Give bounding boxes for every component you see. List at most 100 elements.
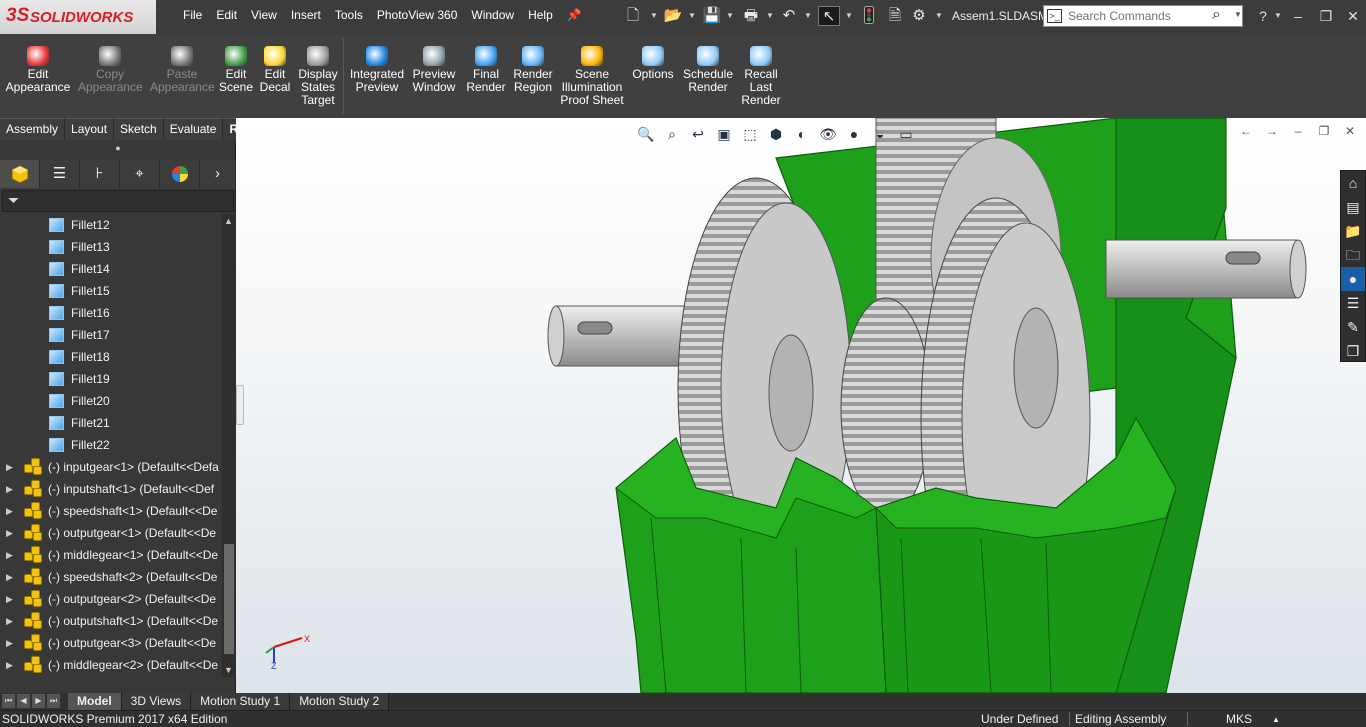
render-region-button[interactable]: Render Region [510, 46, 556, 94]
recall-last-render-button[interactable]: Recall Last Render [740, 46, 782, 107]
dynamic-annotation-icon[interactable]: ⬚ [740, 125, 760, 143]
scroll-down-icon[interactable]: ▼ [224, 665, 233, 675]
edit-scene-button[interactable]: Edit Scene [216, 46, 256, 94]
panel-expand-icon[interactable]: › [200, 160, 236, 188]
zoom-to-fit-icon[interactable]: 🔍 [636, 125, 656, 143]
prev-tab-icon[interactable]: ◀ [17, 694, 30, 708]
next-tab-icon[interactable]: ▶ [32, 694, 45, 708]
tab-evaluate[interactable]: Evaluate [163, 118, 224, 140]
edit-appearance-icon[interactable]: ● [844, 125, 864, 143]
search-commands[interactable]: >_ ⌕ ▼ [1043, 5, 1243, 27]
home-icon[interactable]: ⌂ [1341, 171, 1365, 195]
panel-splitter[interactable]: ● [0, 140, 236, 156]
edit-decal-button[interactable]: Edit Decal [258, 46, 292, 94]
preview-window-button[interactable]: Preview Window [410, 46, 458, 94]
expand-arrow-icon[interactable]: ▶ [6, 632, 13, 654]
hide-show-items-icon[interactable]: 👁 [818, 125, 838, 143]
options-button[interactable]: Options [630, 46, 676, 81]
expand-arrow-icon[interactable]: ▶ [6, 588, 13, 610]
help-dropdown-icon[interactable]: ▼ [1274, 8, 1282, 24]
print-dropdown-icon[interactable]: ▼ [766, 8, 774, 24]
tree-item-feature[interactable]: Fillet16 [0, 302, 222, 324]
copy-appearance-button[interactable]: Copy Appearance [78, 46, 143, 94]
view-palette-icon[interactable]: ☰ [1341, 291, 1365, 315]
bottom-tab-motion-study-2[interactable]: Motion Study 2 [290, 693, 390, 710]
undo-icon[interactable]: ↶ [778, 6, 800, 26]
expand-arrow-icon[interactable]: ▶ [6, 522, 13, 544]
print-icon[interactable]: 🖶 [740, 6, 762, 26]
final-render-button[interactable]: Final Render [466, 46, 506, 94]
options-dropdown-icon[interactable]: ▼ [935, 8, 943, 24]
expand-arrow-icon[interactable]: ▶ [6, 610, 13, 632]
tree-item-component[interactable]: ▶ (-) middlegear<2> (Default<<De [0, 654, 222, 676]
collapse-left-icon[interactable]: ← [1238, 124, 1254, 138]
paste-appearance-button[interactable]: Paste Appearance [150, 46, 215, 94]
menu-edit[interactable]: Edit [209, 8, 244, 22]
appearances-scenes-icon[interactable]: ● [1341, 267, 1365, 291]
edit-appearance-button[interactable]: Edit Appearance [4, 46, 72, 94]
custom-properties-icon[interactable]: ✎ [1341, 315, 1365, 339]
help-icon[interactable]: ? [1252, 7, 1274, 25]
new-document-icon[interactable]: 🗋 [622, 6, 644, 26]
expand-arrow-icon[interactable]: ▶ [6, 654, 13, 676]
bottom-tab-model[interactable]: Model [68, 693, 122, 710]
expand-arrow-icon[interactable]: ▶ [6, 566, 13, 588]
options-gear-icon[interactable]: ⚙ [908, 6, 930, 26]
display-states-target-button[interactable]: Display States Target [296, 46, 340, 107]
expand-arrow-icon[interactable]: ▶ [6, 500, 13, 522]
tree-item-component[interactable]: ▶ (-) speedshaft<2> (Default<<De [0, 566, 222, 588]
display-style-icon[interactable]: ◐ [792, 125, 812, 143]
scene-illumination-proof-sheet-button[interactable]: Scene Illumination Proof Sheet [560, 46, 624, 107]
tree-item-component[interactable]: ▶ (-) outputgear<3> (Default<<De [0, 632, 222, 654]
section-view-icon[interactable]: ▣ [714, 125, 734, 143]
open-dropdown-icon[interactable]: ▼ [688, 8, 696, 24]
tree-item-component[interactable]: ▶ (-) middlegear<1> (Default<<De [0, 544, 222, 566]
minimize-icon[interactable]: – [1287, 7, 1309, 25]
menu-help[interactable]: Help [521, 8, 560, 22]
expand-arrow-icon[interactable]: ▶ [6, 456, 13, 478]
search-input[interactable] [1068, 8, 1208, 24]
menu-insert[interactable]: Insert [284, 8, 328, 22]
tree-item-feature[interactable]: Fillet15 [0, 280, 222, 302]
search-dropdown-icon[interactable]: ▼ [1234, 10, 1242, 19]
tree-item-component[interactable]: ▶ (-) inputshaft<1> (Default<<Def [0, 478, 222, 500]
tab-assembly[interactable]: Assembly [0, 118, 66, 140]
property-manager-tab[interactable]: ☰ [40, 160, 80, 188]
viewport-restore-icon[interactable]: ❐ [1316, 124, 1332, 138]
forum-icon[interactable]: ❐ [1341, 339, 1365, 363]
tree-item-feature[interactable]: Fillet20 [0, 390, 222, 412]
tree-item-feature[interactable]: Fillet14 [0, 258, 222, 280]
tree-item-component[interactable]: ▶ (-) speedshaft<1> (Default<<De [0, 500, 222, 522]
menu-view[interactable]: View [244, 8, 284, 22]
graphics-area[interactable]: 🔍 ⌕ ↩ ▣ ⬚ ⬢ ◐ 👁 ● ◒ ▭ ← → – ❐ ✕ [236, 118, 1366, 693]
close-icon[interactable]: ✕ [1342, 7, 1364, 25]
rebuild-traffic-light-icon[interactable] [858, 6, 880, 26]
configuration-manager-tab[interactable]: ⊦ [80, 160, 120, 188]
solidworks-logo[interactable]: 3S SOLIDWORKS [0, 0, 156, 34]
bottom-tab-motion-study-1[interactable]: Motion Study 1 [191, 693, 291, 710]
panel-resize-grip[interactable] [236, 385, 244, 425]
tree-item-feature[interactable]: Fillet22 [0, 434, 222, 456]
tree-item-feature[interactable]: Fillet13 [0, 236, 222, 258]
search-icon[interactable]: ⌕ [1212, 6, 1221, 24]
status-units[interactable]: MKS [1226, 712, 1252, 726]
first-tab-icon[interactable]: ⏮ [2, 694, 15, 708]
scroll-thumb[interactable] [224, 544, 234, 654]
design-library-icon[interactable]: 📁 [1341, 219, 1365, 243]
tree-item-feature[interactable]: Fillet12 [0, 214, 222, 236]
tree-item-feature[interactable]: Fillet17 [0, 324, 222, 346]
tree-item-feature[interactable]: Fillet19 [0, 368, 222, 390]
bottom-tab-3d-views[interactable]: 3D Views [121, 693, 192, 710]
tree-filter[interactable]: ⏷ [2, 190, 234, 212]
tree-item-feature[interactable]: Fillet18 [0, 346, 222, 368]
feature-manager-tree-tab[interactable] [0, 160, 40, 188]
previous-view-icon[interactable]: ↩ [688, 125, 708, 143]
apply-scene-icon[interactable]: ◒ [870, 125, 890, 143]
filter-icon[interactable]: ⏷ [8, 192, 19, 209]
menu-file[interactable]: File [176, 8, 209, 22]
expand-arrow-icon[interactable]: ▶ [6, 478, 13, 500]
select-dropdown-icon[interactable]: ▼ [845, 8, 853, 24]
last-tab-icon[interactable]: ⏭ [47, 694, 60, 708]
tree-item-component[interactable]: ▶ (-) outputshaft<1> (Default<<De [0, 610, 222, 632]
tree-scrollbar[interactable]: ▲ ▼ [222, 214, 236, 677]
